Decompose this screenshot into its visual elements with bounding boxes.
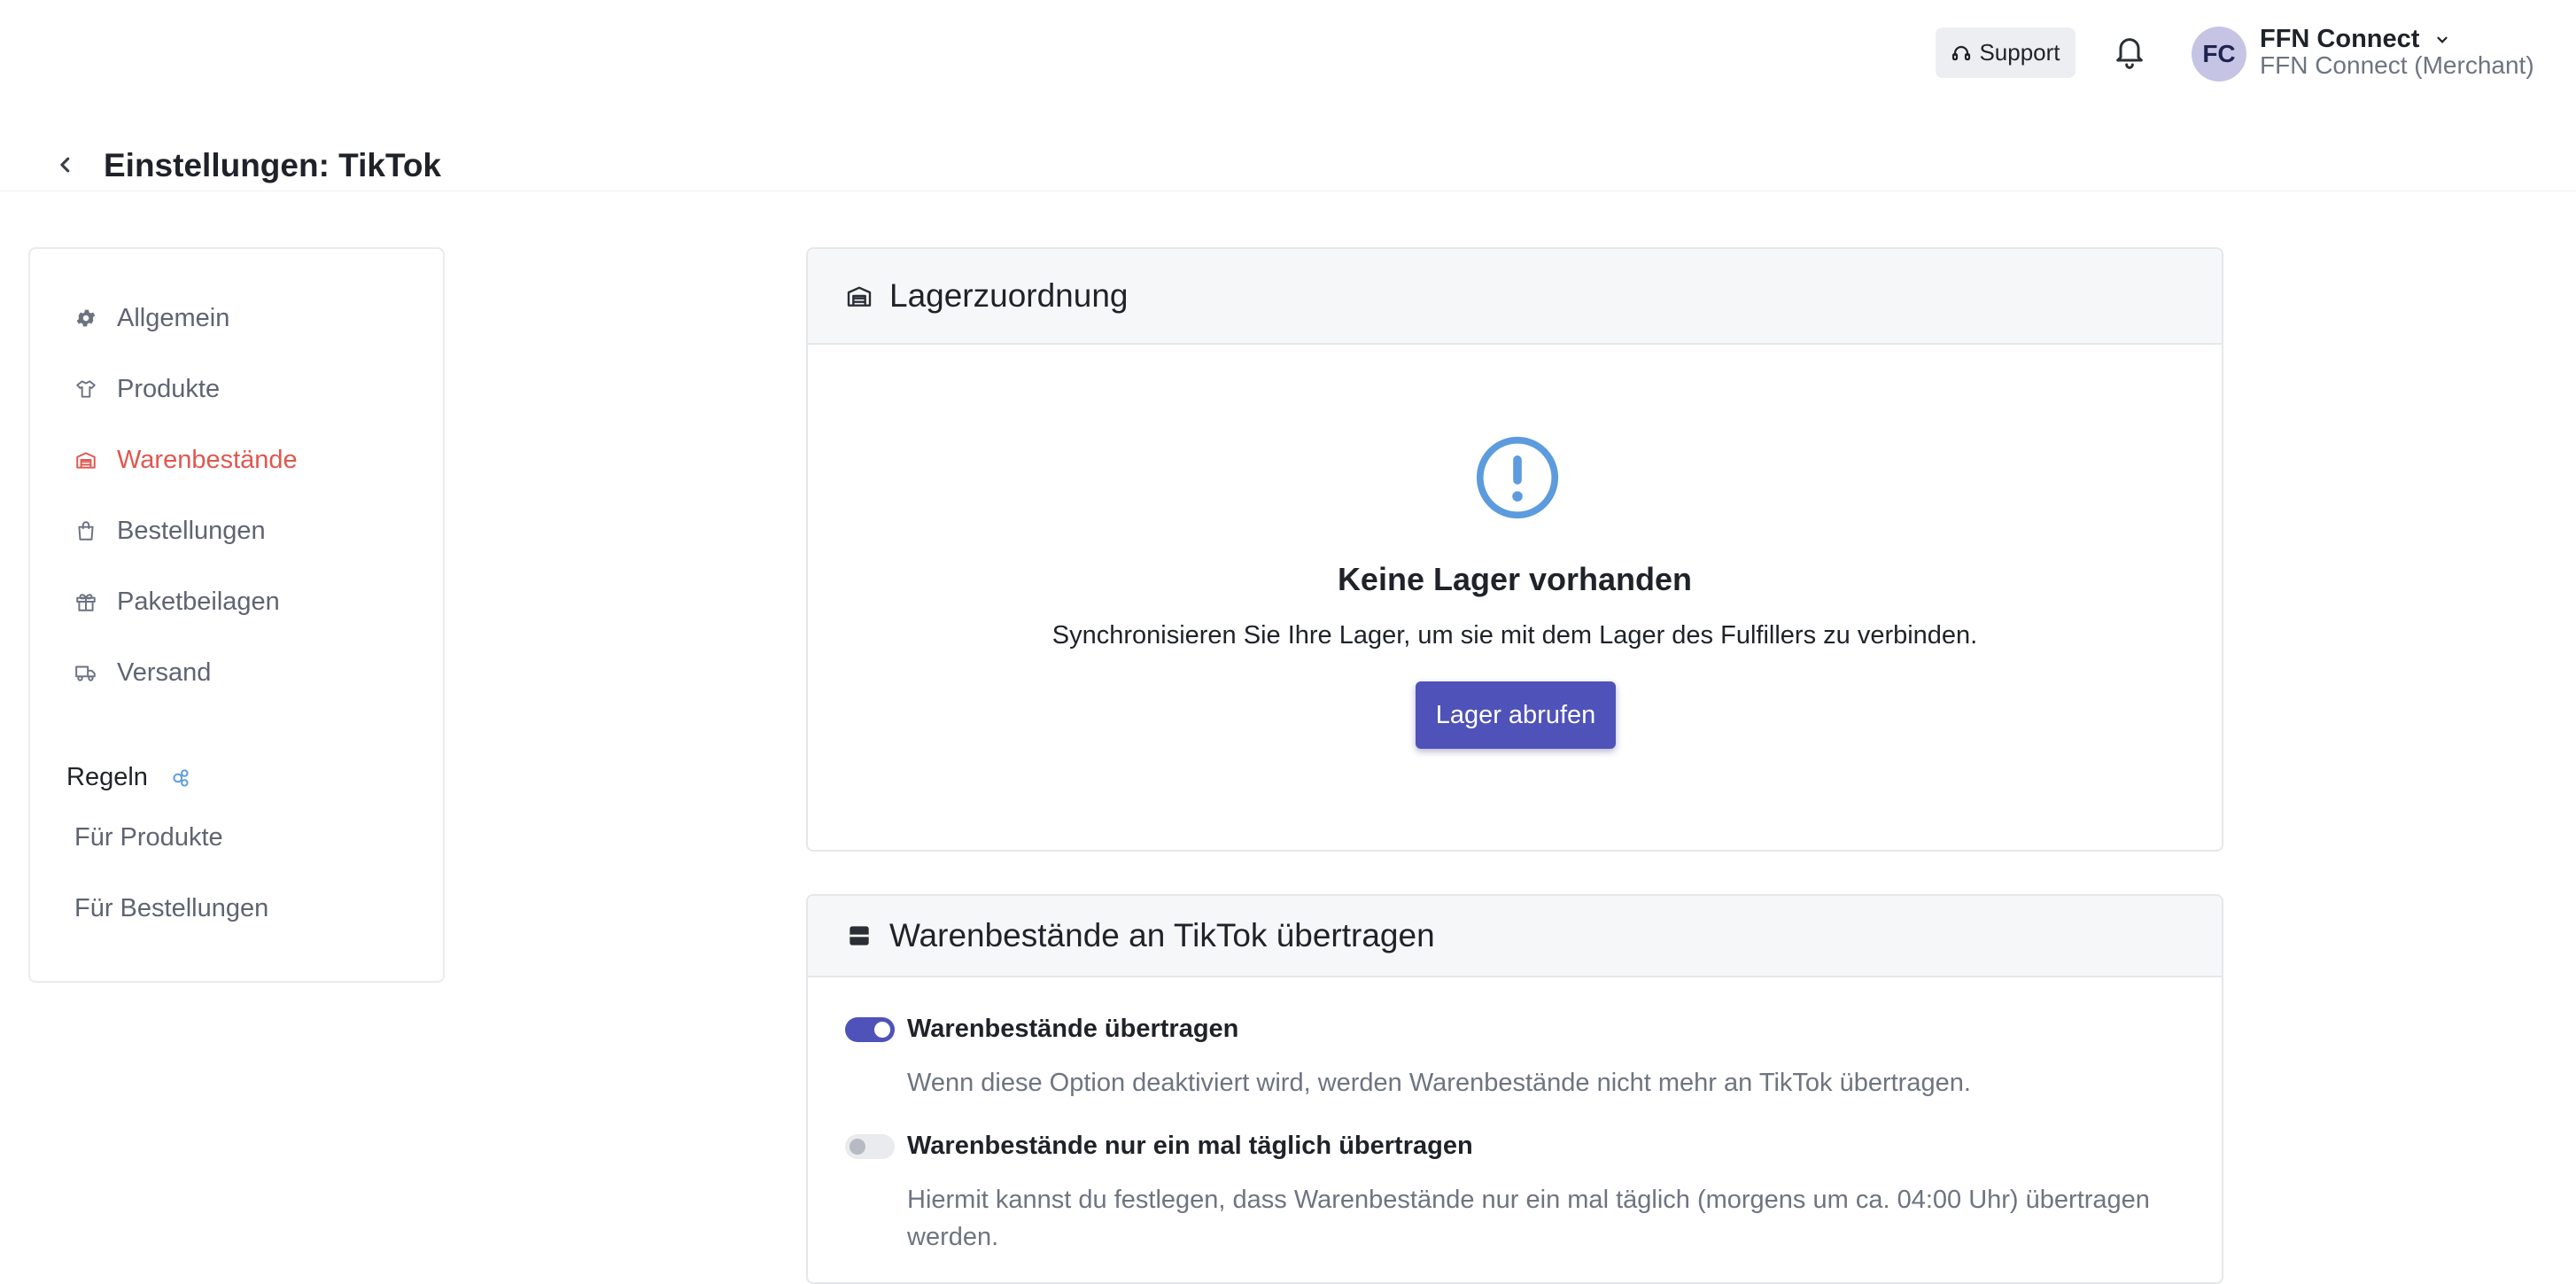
chevron-left-icon <box>60 157 70 173</box>
sidebar-item-allgemein[interactable]: Allgemein <box>74 300 229 336</box>
gear-icon <box>76 309 96 327</box>
rule-item-produkte[interactable]: Für Produkte <box>74 823 223 852</box>
rules-heading: Regeln <box>66 763 192 792</box>
avatar[interactable]: FC <box>2192 27 2246 82</box>
stock-sync-toggle[interactable] <box>845 1016 895 1042</box>
card-title: Warenbestände an TikTok übertragen <box>889 917 1435 953</box>
sidebar-item-label: Bestellungen <box>117 516 266 545</box>
sidebar-item-warenbestaende[interactable]: Warenbestände <box>74 442 298 478</box>
stock-sync-card: Warenbestände an TikTok übertragen Waren… <box>806 894 2223 1284</box>
bell-icon[interactable] <box>2112 32 2147 71</box>
fetch-warehouses-button[interactable]: Lager abrufen <box>1416 681 1616 749</box>
exclamation-circle-icon <box>1476 436 1559 519</box>
daily-sync-toggle[interactable] <box>845 1133 895 1159</box>
user-menu[interactable]: FFN Connect <box>2260 25 2450 54</box>
sidebar-item-label: Allgemein <box>117 303 230 332</box>
shopping-bag-icon <box>78 521 94 541</box>
user-name: FFN Connect <box>2260 25 2420 53</box>
shirt-icon <box>76 380 96 398</box>
card-header: Warenbestände an TikTok übertragen <box>808 896 2222 977</box>
warehouse-icon <box>847 286 872 307</box>
top-bar: Support FC FFN Connect FFN Connect (Merc… <box>0 0 2576 106</box>
rule-item-bestellungen[interactable]: Für Bestellungen <box>74 894 268 923</box>
sidebar-item-produkte[interactable]: Produkte <box>74 371 220 407</box>
empty-state-title: Keine Lager vorhanden <box>1337 561 1693 597</box>
gift-icon <box>76 594 96 611</box>
truck-icon <box>75 665 96 681</box>
sidebar-item-versand[interactable]: Versand <box>74 655 211 690</box>
back-button[interactable] <box>50 149 81 181</box>
archive-icon <box>850 926 869 945</box>
warehouse-icon <box>76 452 96 469</box>
user-role: FFN Connect (Merchant) <box>2260 51 2534 79</box>
option-row: Warenbestände übertragen <box>845 1015 1238 1044</box>
rules-title: Regeln <box>66 763 148 791</box>
settings-sidebar: Allgemein Produkte Warenbestände Bestell… <box>28 247 445 983</box>
sidebar-item-bestellungen[interactable]: Bestellungen <box>74 513 266 549</box>
option-label: Warenbestände übertragen <box>907 1015 1239 1043</box>
support-label: Support <box>1979 39 2060 66</box>
sidebar-item-paketbeilagen[interactable]: Paketbeilagen <box>74 584 280 619</box>
option-description: Hiermit kannst du festlegen, dass Warenb… <box>907 1186 2150 1251</box>
headset-icon <box>1952 45 1971 60</box>
card-title: Lagerzuordnung <box>889 277 1129 314</box>
chevron-down-icon <box>2436 36 2448 44</box>
sidebar-item-label: Paketbeilagen <box>117 587 280 616</box>
option-label: Warenbestände nur ein mal täglich übertr… <box>907 1132 1473 1160</box>
support-button[interactable]: Support <box>1936 27 2076 78</box>
empty-state-description: Synchronisieren Sie Ihre Lager, um sie m… <box>1051 621 1978 650</box>
page-title: Einstellungen: TikTok <box>104 147 442 183</box>
rules-icon <box>173 768 189 787</box>
sidebar-item-label: Produkte <box>117 374 221 403</box>
sidebar-item-label: Versand <box>117 658 212 687</box>
option-row: Warenbestände nur ein mal täglich übertr… <box>845 1132 1473 1161</box>
option-description: Wenn diese Option deaktiviert wird, werd… <box>907 1069 1971 1097</box>
sidebar-item-label: Warenbestände <box>117 445 298 474</box>
card-header: Lagerzuordnung <box>808 249 2222 345</box>
warehouse-mapping-card: Lagerzuordnung Keine Lager vorhanden Syn… <box>806 247 2223 852</box>
